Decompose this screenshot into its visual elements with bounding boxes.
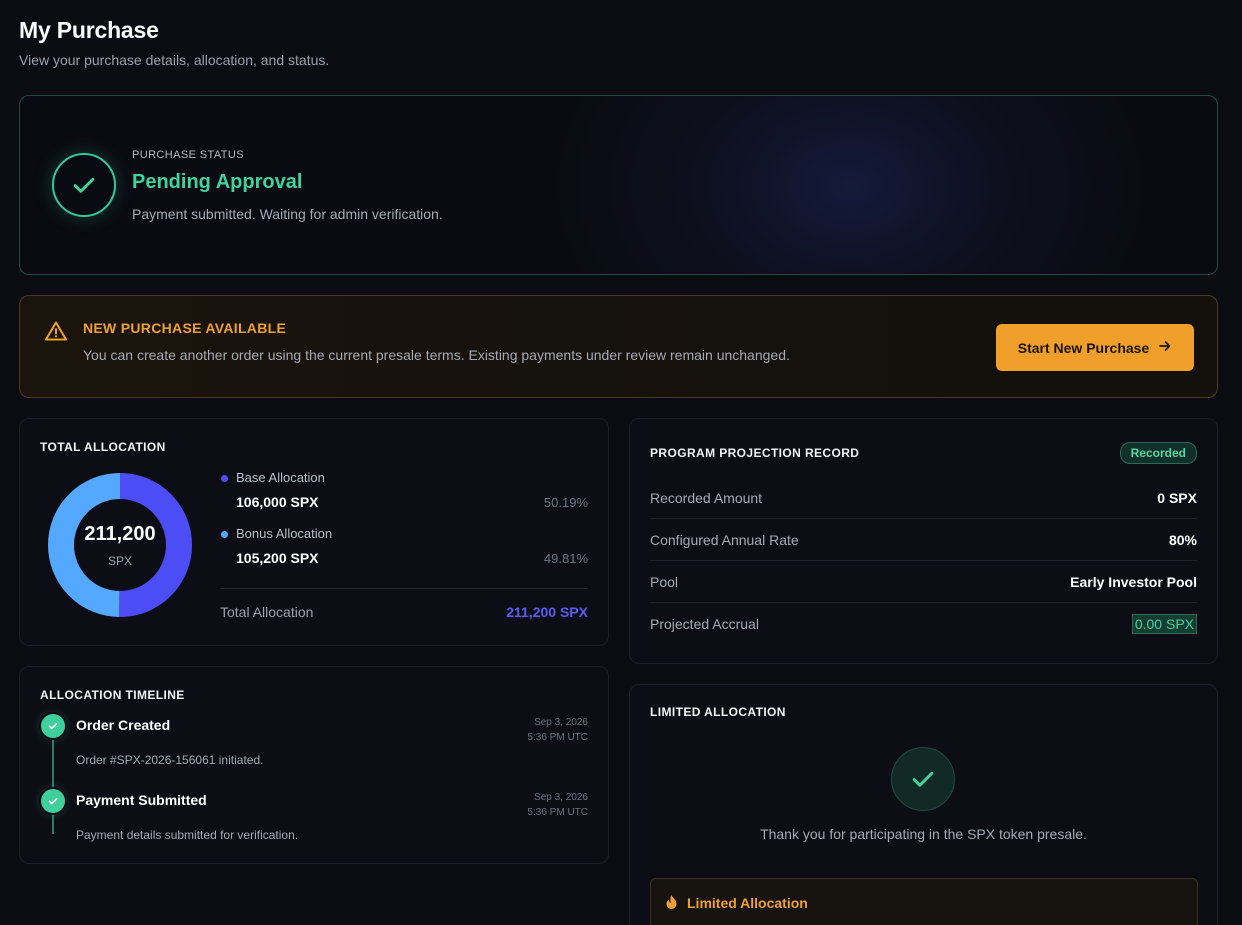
total-allocation-label: Total Allocation [220,604,314,620]
projection-card-title: PROGRAM PROJECTION RECORD [650,446,860,460]
timeline-check-icon [41,789,65,813]
legend-percent-base: 50.19% [543,495,588,510]
legend-dot-base [221,475,228,482]
projection-row: Configured Annual Rate 80% [650,519,1197,561]
projection-row-label: Projected Accrual [650,616,759,632]
legend-dot-bonus [221,531,228,538]
donut-center-value: 211,200 [84,523,156,545]
legend-label-bonus: Bonus Allocation [236,526,333,541]
thank-you-message: Thank you for participating in the SPX t… [760,826,1087,842]
projection-row-label: Recorded Amount [650,489,763,506]
allocation-divider [220,588,588,589]
timeline-event-description: Payment details submitted for verificati… [76,828,299,842]
warning-triangle-icon [44,320,68,347]
projection-row-value: 0.00 SPX [1131,614,1197,634]
limited-allocation-card: LIMITED ALLOCATION Thank you for partici… [629,684,1218,925]
timeline-event-description: Order #SPX-2026-156061 initiated. [76,753,264,767]
projection-row-label: Pool [650,573,679,590]
status-description: Payment submitted. Waiting for admin ver… [132,206,443,222]
limited-box-title: Limited Allocation [687,895,808,911]
new-purchase-notice: NEW PURCHASE AVAILABLE You can create an… [19,295,1218,398]
notice-description: You can create another order using the c… [83,347,790,363]
start-new-purchase-button[interactable]: Start New Purchase [996,324,1194,371]
timeline-connector [52,737,54,789]
timeline-event-time: 5:36 PM UTC [527,732,588,743]
status-title: Pending Approval [132,171,303,193]
total-allocation-value: 211,200 SPX [506,604,588,620]
timeline-event-title: Order Created [76,717,171,733]
projection-row-label: Configured Annual Rate [650,531,799,548]
program-projection-card: PROGRAM PROJECTION RECORD Recorded Recor… [629,418,1218,664]
limited-allocation-box: Limited Allocation [650,878,1198,925]
allocation-card-title: TOTAL ALLOCATION [40,440,166,454]
projection-row: Recorded Amount 0 SPX [650,477,1197,519]
timeline-check-icon [41,714,65,738]
allocation-timeline-card: ALLOCATION TIMELINE Order Created Order … [19,666,609,864]
legend-value-base: 106,000 SPX [236,494,319,510]
start-new-purchase-label: Start New Purchase [1017,339,1150,356]
timeline-event-date: Sep 3, 2026 [534,717,588,728]
timeline-event-title: Payment Submitted [76,792,207,808]
legend-value-bonus: 105,200 SPX [236,550,319,566]
projection-row-value: Early Investor Pool [1070,573,1197,590]
projection-row: Projected Accrual 0.00 SPX [650,603,1197,645]
projection-row-value: 80% [1168,531,1197,548]
status-eyebrow: PURCHASE STATUS [132,149,244,161]
projection-row: Pool Early Investor Pool [650,561,1197,603]
donut-center-unit: SPX [107,554,132,568]
legend-label-base: Base Allocation [236,470,325,485]
projection-row-value: 0 SPX [1157,489,1197,506]
fire-icon [665,894,678,915]
timeline-event-timestamp: Sep 3, 2026 5:36 PM UTC [527,715,588,745]
purchase-status-card: PURCHASE STATUS Pending Approval Payment… [19,95,1218,275]
timeline-event-timestamp: Sep 3, 2026 5:36 PM UTC [527,790,588,820]
status-check-icon [52,153,116,217]
notice-title: NEW PURCHASE AVAILABLE [83,320,287,336]
timeline-card-title: ALLOCATION TIMELINE [40,688,185,702]
timeline-event-time: 5:36 PM UTC [527,807,588,818]
page-subtitle: View your purchase details, allocation, … [19,52,330,68]
limited-card-title: LIMITED ALLOCATION [650,705,786,719]
page-title: My Purchase [19,17,159,43]
success-check-icon [891,747,955,811]
legend-percent-bonus: 49.81% [543,551,588,566]
total-allocation-card: TOTAL ALLOCATION 211,200 SPX Base Alloca… [19,418,609,646]
arrow-right-icon [1158,339,1172,356]
recorded-status-badge: Recorded [1119,442,1197,464]
timeline-connector [52,812,54,834]
timeline-event-date: Sep 3, 2026 [534,792,588,803]
